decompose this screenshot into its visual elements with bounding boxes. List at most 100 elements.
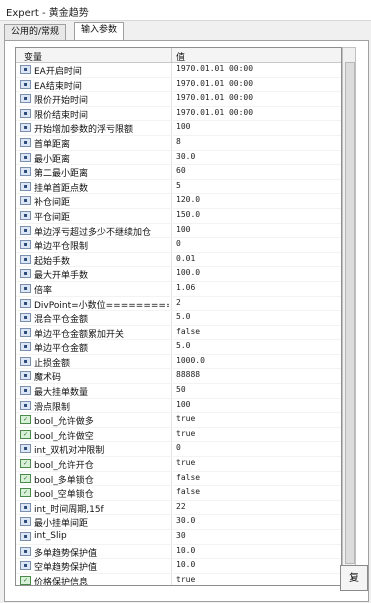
- param-value[interactable]: 1.06: [176, 283, 195, 292]
- header-variable[interactable]: 变量: [24, 50, 42, 63]
- param-value[interactable]: 100: [176, 122, 190, 131]
- param-value[interactable]: true: [176, 414, 195, 423]
- param-value[interactable]: 30.0: [176, 516, 195, 525]
- param-value[interactable]: 10.0: [176, 560, 195, 569]
- table-row[interactable]: ✓ bool_多单锁仓 false: [16, 472, 341, 487]
- table-row[interactable]: ▪ 最大挂单数量 50: [16, 384, 341, 399]
- table-row[interactable]: ▪ 单边浮亏超过多少不继续加仓 100: [16, 224, 341, 239]
- table-row[interactable]: ▪ 最小距离 30.0: [16, 151, 341, 166]
- param-value[interactable]: 0: [176, 443, 181, 452]
- table-row[interactable]: ▪ 倍率 1.06: [16, 282, 341, 297]
- header-separator[interactable]: [171, 48, 172, 62]
- param-value[interactable]: 120.0: [176, 195, 200, 204]
- param-value[interactable]: 1970.01.01 00:00: [176, 108, 253, 117]
- tab-inputs[interactable]: 输入参数: [74, 22, 125, 41]
- param-value[interactable]: 0.01: [176, 254, 195, 263]
- table-row[interactable]: ✓ 价格保护信息 true: [16, 574, 341, 585]
- param-icon: ▪: [20, 532, 31, 541]
- param-value[interactable]: 1970.01.01 00:00: [176, 79, 253, 88]
- bool-icon: ✓: [20, 429, 31, 439]
- bool-icon: ✓: [20, 575, 31, 585]
- table-row[interactable]: ▪ 止损金额 1000.0: [16, 355, 341, 370]
- param-value[interactable]: true: [176, 429, 195, 438]
- table-row[interactable]: ▪DivPoint=小数位================ 2: [16, 297, 341, 312]
- table-row[interactable]: ▪ 首单距离 8: [16, 136, 341, 151]
- param-value[interactable]: 88888: [176, 370, 200, 379]
- param-name: 最大挂单数量: [34, 388, 89, 399]
- table-row[interactable]: ▪ EA开启时间 1970.01.01 00:00: [16, 63, 341, 78]
- param-value[interactable]: 5.0: [176, 312, 190, 321]
- param-value[interactable]: 100: [176, 225, 190, 234]
- param-value[interactable]: 2: [176, 298, 181, 307]
- vertical-scrollbar[interactable]: [342, 47, 356, 584]
- table-row[interactable]: ▪ 混合平仓金额 5.0: [16, 311, 341, 326]
- scrollbar-thumb[interactable]: [345, 62, 355, 564]
- param-value[interactable]: 50: [176, 385, 186, 394]
- param-name: 单边平仓金额累加开关: [34, 329, 125, 340]
- table-row[interactable]: ▪ int_双机对冲限制 0: [16, 442, 341, 458]
- tab-common[interactable]: 公用的/常规: [4, 24, 67, 40]
- table-row[interactable]: ▪ 平仓间距 150.0: [16, 209, 341, 224]
- param-value[interactable]: 100: [176, 400, 190, 409]
- table-row[interactable]: ▪ 单边平仓限制 0: [16, 238, 341, 253]
- table-row[interactable]: ▪ int_Slip 30: [16, 530, 341, 545]
- table-row[interactable]: ▪ 起始手数 0.01: [16, 253, 341, 268]
- param-value[interactable]: 30: [176, 531, 186, 540]
- param-value[interactable]: false: [176, 487, 200, 496]
- table-row[interactable]: ▪ 开始增加参数的浮亏限额 100: [16, 121, 341, 136]
- table-row[interactable]: ▪ 滑点限制 100: [16, 399, 341, 414]
- param-value[interactable]: 1000.0: [176, 356, 205, 365]
- table-row[interactable]: ▪ 多单趋势保护值 10.0: [16, 545, 341, 560]
- param-value[interactable]: true: [176, 458, 195, 467]
- param-value[interactable]: false: [176, 473, 200, 482]
- param-name: 平仓间距: [34, 212, 71, 223]
- table-row[interactable]: ✓ bool_允许开仓 true: [16, 457, 341, 472]
- table-row[interactable]: ▪ 补仓间距 120.0: [16, 194, 341, 209]
- table-row[interactable]: ▪ 单边平仓金额 5.0: [16, 340, 341, 355]
- param-value[interactable]: 60: [176, 166, 186, 175]
- param-value[interactable]: 22: [176, 502, 186, 511]
- param-value[interactable]: false: [176, 327, 200, 336]
- param-name: 最大开单手数: [34, 271, 89, 282]
- param-value[interactable]: true: [176, 575, 195, 584]
- table-row[interactable]: ▪ 空单趋势保护值 10.0: [16, 559, 341, 574]
- table-row[interactable]: ▪ 第二最小距离 60: [16, 165, 341, 180]
- param-icon: ▪: [20, 79, 31, 89]
- param-value[interactable]: 150.0: [176, 210, 200, 219]
- param-icon: ▪: [20, 313, 31, 323]
- param-name: bool_允许做多: [34, 417, 94, 428]
- table-row[interactable]: ▪ 单边平仓金额累加开关 false: [16, 326, 341, 341]
- param-value[interactable]: 100.0: [176, 268, 200, 277]
- tab-panel: 变量 值 ▪ EA开启时间 1970.01.01 00:00 ▪ EA结束时间 1970.…: [4, 40, 369, 602]
- side-button[interactable]: 复: [340, 565, 368, 591]
- param-icon: ▪: [20, 444, 31, 454]
- param-value[interactable]: 5.0: [176, 341, 190, 350]
- table-row[interactable]: ✓ bool_允许做多 true: [16, 413, 341, 428]
- param-value[interactable]: 1970.01.01 00:00: [176, 64, 253, 73]
- table-row[interactable]: ✓ bool_允许做空 true: [16, 428, 341, 443]
- param-name: bool_允许做空: [34, 431, 94, 442]
- table-row[interactable]: ▪ 挂单首距点数 5: [16, 180, 341, 195]
- table-row[interactable]: ▪ EA结束时间 1970.01.01 00:00: [16, 78, 341, 93]
- header-value[interactable]: 值: [176, 50, 185, 63]
- parameters-grid: 变量 值 ▪ EA开启时间 1970.01.01 00:00 ▪ EA结束时间 1970.…: [15, 47, 342, 586]
- param-icon: ▪: [20, 181, 31, 191]
- param-icon: ▪: [20, 167, 31, 177]
- param-value[interactable]: 30.0: [176, 152, 195, 161]
- table-row[interactable]: ▪ int_时间周期,15f 22: [16, 501, 341, 516]
- table-row[interactable]: ✓ bool_空单锁仓 false: [16, 486, 341, 501]
- param-name: 空单趋势保护值: [34, 563, 98, 574]
- param-value[interactable]: 0: [176, 239, 181, 248]
- bool-icon: ✓: [20, 473, 31, 483]
- table-row[interactable]: ▪ 最小挂单间距 30.0: [16, 515, 341, 530]
- param-value[interactable]: 8: [176, 137, 181, 146]
- param-value[interactable]: 1970.01.01 00:00: [176, 93, 253, 102]
- table-row[interactable]: ▪ 最大开单手数 100.0: [16, 267, 341, 282]
- table-row[interactable]: ▪ 限价结束时间 1970.01.01 00:00: [16, 107, 341, 122]
- param-name: int_双机对冲限制: [34, 446, 105, 457]
- param-value[interactable]: 10.0: [176, 546, 195, 555]
- param-name: 滑点限制: [34, 402, 71, 413]
- table-row[interactable]: ▪ 魔术码 88888: [16, 369, 341, 385]
- param-value[interactable]: 5: [176, 181, 181, 190]
- table-row[interactable]: ▪ 限价开始时间 1970.01.01 00:00: [16, 92, 341, 107]
